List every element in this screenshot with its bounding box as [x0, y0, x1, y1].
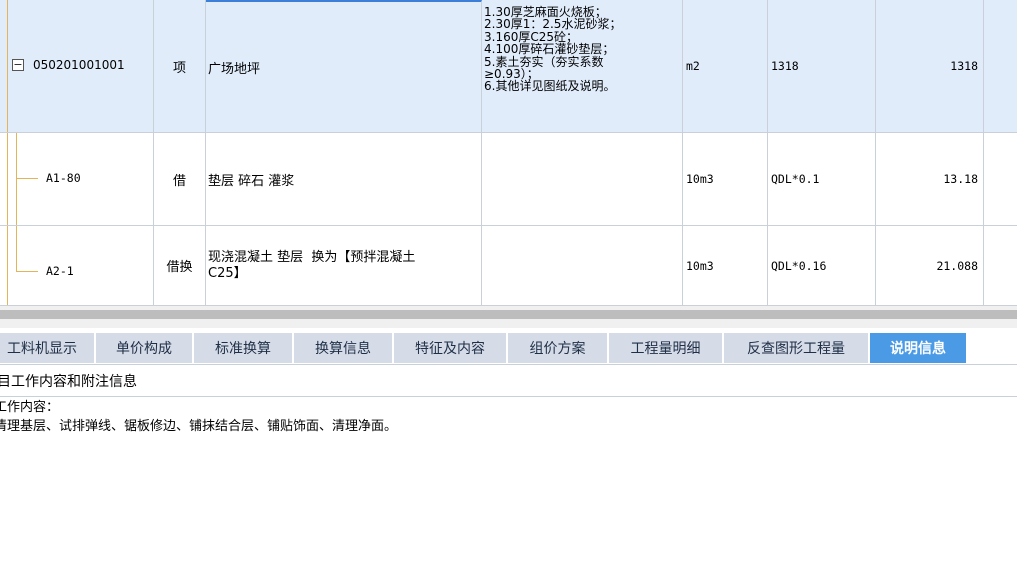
item-expression: QDL*0.16 [771, 258, 827, 273]
tab-pricing-plan[interactable]: 组价方案 [508, 333, 607, 363]
detail-tab-bar: 工料机显示 单价构成 标准换算 换算信息 特征及内容 组价方案 工程量明细 反查… [0, 332, 1017, 365]
horizontal-scrollbar[interactable] [0, 306, 1017, 328]
tree-line [16, 226, 17, 271]
item-unit: 10m3 [686, 172, 714, 186]
tab-label: 换算信息 [315, 341, 371, 357]
tree-line [7, 0, 8, 132]
tab-features-content[interactable]: 特征及内容 [394, 333, 506, 363]
unit-cell[interactable]: m2 [683, 0, 768, 132]
item-quantity: 21.088 [936, 258, 978, 273]
item-name: 垫层 碎石 灌浆 [208, 173, 295, 189]
type-cell[interactable]: 借换 [154, 226, 206, 305]
table-row[interactable]: A2-1 借换 现浇混凝土 垫层 换为【预拌混凝土 C25】 10m3 QDL*… [0, 226, 1017, 306]
item-expression: 1318 [771, 59, 799, 73]
item-features: 1.30厚芝麻面火烧板； 2.30厚1：2.5水泥砂浆； 3.160厚C25砼；… [484, 5, 622, 94]
name-cell[interactable]: 现浇混凝土 垫层 换为【预拌混凝土 C25】 [206, 226, 482, 305]
item-unit: m2 [686, 59, 700, 73]
tab-label: 反查图形工程量 [747, 341, 845, 357]
quantity-cell[interactable]: 1318 [876, 0, 984, 132]
tab-label: 组价方案 [529, 341, 586, 357]
code-cell[interactable]: A2-1 [0, 226, 154, 305]
code-cell[interactable]: A1-80 [0, 133, 154, 225]
tab-description-info[interactable]: 说明信息 [870, 333, 966, 363]
description-header: 目工作内容和附注信息 [0, 365, 1017, 397]
tab-reverse-graphic-quantity[interactable]: 反查图形工程量 [724, 333, 868, 363]
item-quantity: 13.18 [943, 172, 978, 186]
tab-label: 说明信息 [890, 341, 946, 357]
tab-label: 工程量明细 [630, 341, 701, 357]
item-code: 050201001001 [33, 58, 125, 72]
quota-grid: − 050201001001 项 广场地坪 1.30厚芝麻面火烧板； 2.30厚… [0, 0, 1017, 306]
tab-conversion-info[interactable]: 换算信息 [294, 333, 392, 363]
tree-line [16, 133, 17, 225]
collapse-toggle-icon[interactable]: − [12, 59, 24, 71]
tab-label: 工料机显示 [7, 341, 77, 357]
tab-standard-conversion[interactable]: 标准换算 [194, 333, 292, 363]
table-row[interactable]: − 050201001001 项 广场地坪 1.30厚芝麻面火烧板； 2.30厚… [0, 0, 1017, 133]
expression-cell[interactable]: 1318 [768, 0, 876, 132]
tab-label: 特征及内容 [415, 341, 485, 357]
extra-cell[interactable] [984, 0, 1017, 132]
description-body: 工作内容： 清理基层、试排弹线、锯板修边、铺抹结合层、铺贴饰面、清理净面。 [0, 398, 1017, 587]
item-type: 借换 [166, 260, 193, 275]
tab-label: 标准换算 [215, 341, 271, 357]
item-unit: 10m3 [686, 258, 714, 273]
item-type: 借 [172, 173, 186, 189]
item-name: 广场地坪 [208, 61, 261, 77]
item-code: A1-80 [46, 171, 81, 185]
tree-line [7, 133, 8, 225]
name-cell[interactable]: 垫层 碎石 灌浆 [206, 133, 482, 225]
expression-cell[interactable]: QDL*0.16 [768, 226, 876, 305]
item-type: 项 [172, 60, 186, 76]
extra-cell[interactable] [984, 133, 1017, 225]
expression-cell[interactable]: QDL*0.1 [768, 133, 876, 225]
unit-cell[interactable]: 10m3 [683, 133, 768, 225]
type-cell[interactable]: 项 [154, 0, 206, 132]
type-cell[interactable]: 借 [154, 133, 206, 225]
item-name: 现浇混凝土 垫层 换为【预拌混凝土 C25】 [208, 249, 416, 281]
features-cell[interactable] [482, 226, 683, 305]
tree-branch [16, 271, 38, 272]
table-row[interactable]: A1-80 借 垫层 碎石 灌浆 10m3 QDL*0.1 13.18 [0, 133, 1017, 226]
tree-line [7, 226, 8, 305]
features-cell[interactable] [482, 133, 683, 225]
quantity-cell[interactable]: 21.088 [876, 226, 984, 305]
tab-labor-material-machine[interactable]: 工料机显示 [0, 333, 94, 363]
work-content-text: 清理基层、试排弹线、锯板修边、铺抹结合层、铺贴饰面、清理净面。 [0, 419, 398, 434]
tree-branch [16, 178, 38, 179]
unit-cell[interactable]: 10m3 [683, 226, 768, 305]
scrollbar-thumb[interactable] [0, 310, 1017, 319]
extra-cell[interactable] [984, 226, 1017, 305]
features-cell[interactable]: 1.30厚芝麻面火烧板； 2.30厚1：2.5水泥砂浆； 3.160厚C25砼；… [482, 0, 683, 132]
tab-quantity-details[interactable]: 工程量明细 [609, 333, 722, 363]
description-title: 目工作内容和附注信息 [0, 373, 137, 390]
tab-label: 单价构成 [116, 341, 172, 357]
name-cell[interactable]: 广场地坪 [206, 0, 482, 132]
quantity-cell[interactable]: 13.18 [876, 133, 984, 225]
item-code: A2-1 [46, 264, 74, 278]
work-content-label: 工作内容： [0, 400, 60, 415]
item-expression: QDL*0.1 [771, 172, 820, 186]
item-quantity: 1318 [950, 59, 978, 73]
tab-unit-price[interactable]: 单价构成 [96, 333, 192, 363]
code-cell[interactable]: − 050201001001 [0, 0, 154, 132]
